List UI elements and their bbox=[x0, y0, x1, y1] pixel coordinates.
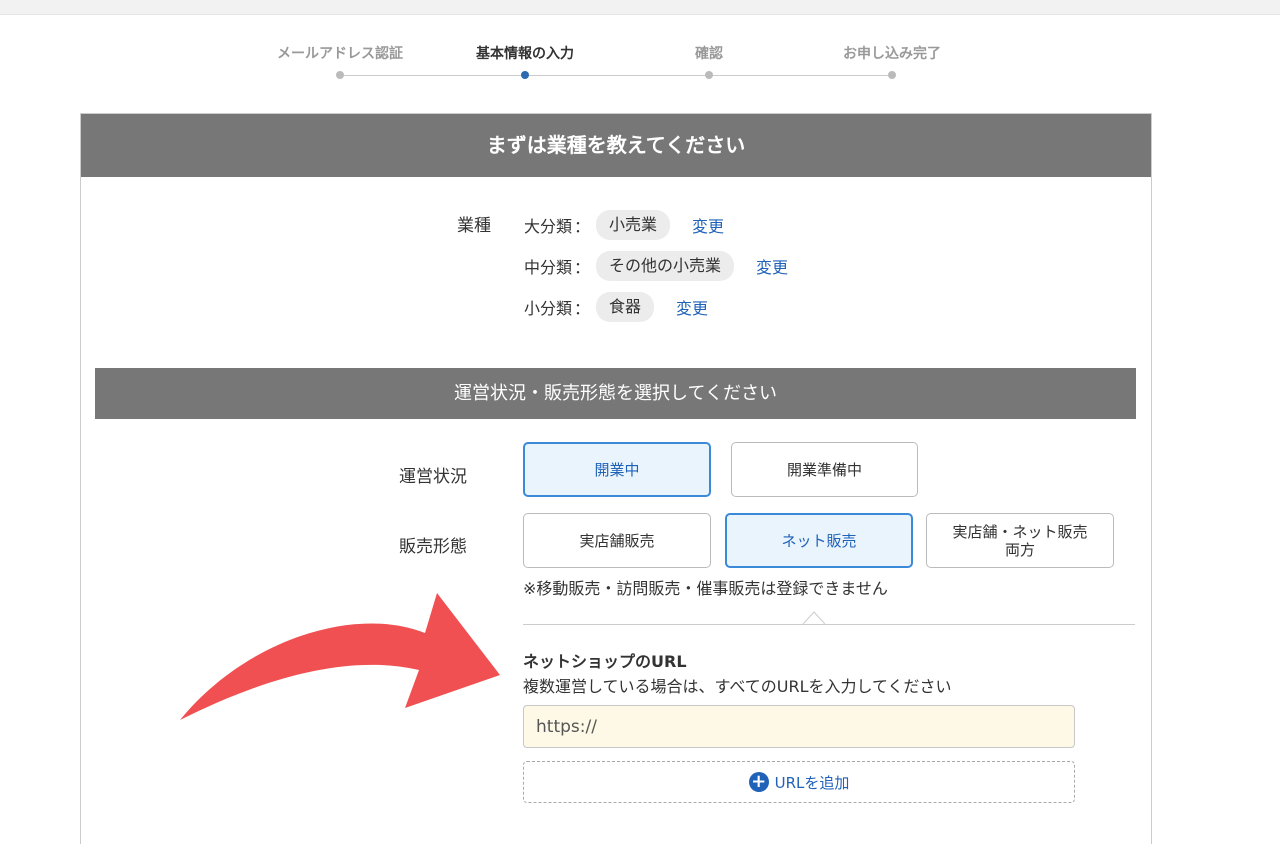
step-complete: お申し込み完了 bbox=[802, 44, 982, 79]
industry-label: 業種 bbox=[457, 216, 491, 236]
option-label: 開業中 bbox=[594, 461, 640, 479]
industry-key: 大分類 bbox=[524, 217, 573, 236]
option-label: ネット販売 bbox=[781, 532, 857, 550]
url-section-description: 複数運営している場合は、すべてのURLを入力してください bbox=[523, 677, 952, 696]
option-label: 実店舗・ネット販売 bbox=[952, 522, 1088, 541]
industry-value-chip: 食器 bbox=[596, 292, 655, 322]
sales-option-online[interactable]: ネット販売 bbox=[725, 513, 913, 568]
sales-option-store[interactable]: 実店舗販売 bbox=[523, 513, 711, 568]
industry-row-major: 大分類 ： 小売業 変更 bbox=[524, 209, 724, 241]
divider bbox=[523, 624, 1135, 625]
step-dot bbox=[336, 71, 344, 79]
industry-key: 小分類 bbox=[524, 299, 573, 318]
option-label: 両方 bbox=[1004, 540, 1035, 559]
step-dot bbox=[705, 71, 713, 79]
industry-value-chip: 小売業 bbox=[596, 210, 671, 240]
step-dot-active bbox=[521, 71, 529, 79]
industry-colon: ： bbox=[574, 299, 591, 318]
status-option-open[interactable]: 開業中 bbox=[523, 442, 711, 497]
card-header: まずは業種を教えてください bbox=[81, 114, 1151, 177]
status-label: 運営状況 bbox=[399, 467, 467, 487]
industry-value-chip: その他の小売業 bbox=[596, 251, 735, 281]
divider-notch bbox=[803, 611, 825, 625]
step-basic-info: 基本情報の入力 bbox=[435, 44, 615, 79]
step-label: お申し込み完了 bbox=[843, 46, 941, 62]
shop-url-input[interactable] bbox=[523, 705, 1075, 748]
operation-section-header: 運営状況・販売形態を選択してください bbox=[95, 368, 1136, 419]
change-minor-link[interactable]: 変更 bbox=[676, 295, 708, 319]
industry-colon: ： bbox=[574, 258, 591, 277]
red-curved-arrow-icon bbox=[180, 593, 500, 720]
add-url-label: URLを追加 bbox=[774, 773, 850, 792]
add-url-button[interactable]: + URLを追加 bbox=[523, 761, 1075, 803]
step-dot bbox=[888, 71, 896, 79]
option-label: 開業準備中 bbox=[786, 461, 862, 479]
step-label: 基本情報の入力 bbox=[476, 46, 574, 62]
industry-row-middle: 中分類 ： その他の小売業 変更 bbox=[524, 250, 788, 282]
sales-note: ※移動販売・訪問販売・催事販売は登録できません bbox=[523, 579, 888, 598]
sales-option-both[interactable]: 実店舗・ネット販売 両方 bbox=[926, 513, 1114, 568]
status-option-preparing[interactable]: 開業準備中 bbox=[731, 442, 918, 497]
change-middle-link[interactable]: 変更 bbox=[756, 254, 788, 278]
industry-colon: ： bbox=[574, 217, 591, 236]
url-section-title: ネットショップのURL bbox=[523, 652, 687, 671]
step-indicator: メールアドレス認証 基本情報の入力 確認 お申し込み完了 bbox=[0, 0, 1280, 90]
plus-circle-icon: + bbox=[748, 772, 769, 792]
change-major-link[interactable]: 変更 bbox=[692, 213, 724, 237]
industry-row-minor: 小分類 ： 食器 変更 bbox=[524, 291, 708, 323]
step-connector-line bbox=[340, 75, 892, 76]
step-label: メールアドレス認証 bbox=[277, 46, 403, 62]
industry-key: 中分類 bbox=[524, 258, 573, 277]
sales-form-label: 販売形態 bbox=[399, 537, 467, 557]
step-email-verification: メールアドレス認証 bbox=[250, 44, 430, 79]
option-label: 実店舗販売 bbox=[579, 532, 655, 550]
step-confirm: 確認 bbox=[619, 44, 799, 79]
step-label: 確認 bbox=[695, 46, 723, 62]
